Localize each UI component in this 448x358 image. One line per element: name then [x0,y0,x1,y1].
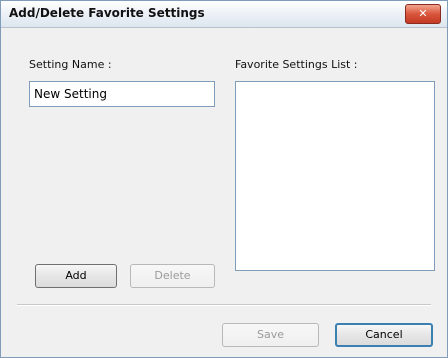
cancel-button[interactable]: Cancel [335,323,433,347]
close-button[interactable]: ✕ [405,4,441,24]
separator [17,304,431,306]
delete-button[interactable]: Delete [130,264,215,288]
setting-name-label: Setting Name : [29,58,112,71]
favorite-settings-list[interactable] [235,81,435,271]
favorite-settings-list-label: Favorite Settings List : [235,58,358,71]
add-delete-favorite-settings-dialog: Add/Delete Favorite Settings ✕ Setting N… [0,0,448,358]
title-bar: Add/Delete Favorite Settings ✕ [1,1,447,28]
close-icon: ✕ [418,7,428,20]
add-button[interactable]: Add [35,264,117,288]
setting-name-input[interactable] [29,81,215,107]
dialog-title: Add/Delete Favorite Settings [9,6,205,20]
save-button[interactable]: Save [222,323,319,347]
